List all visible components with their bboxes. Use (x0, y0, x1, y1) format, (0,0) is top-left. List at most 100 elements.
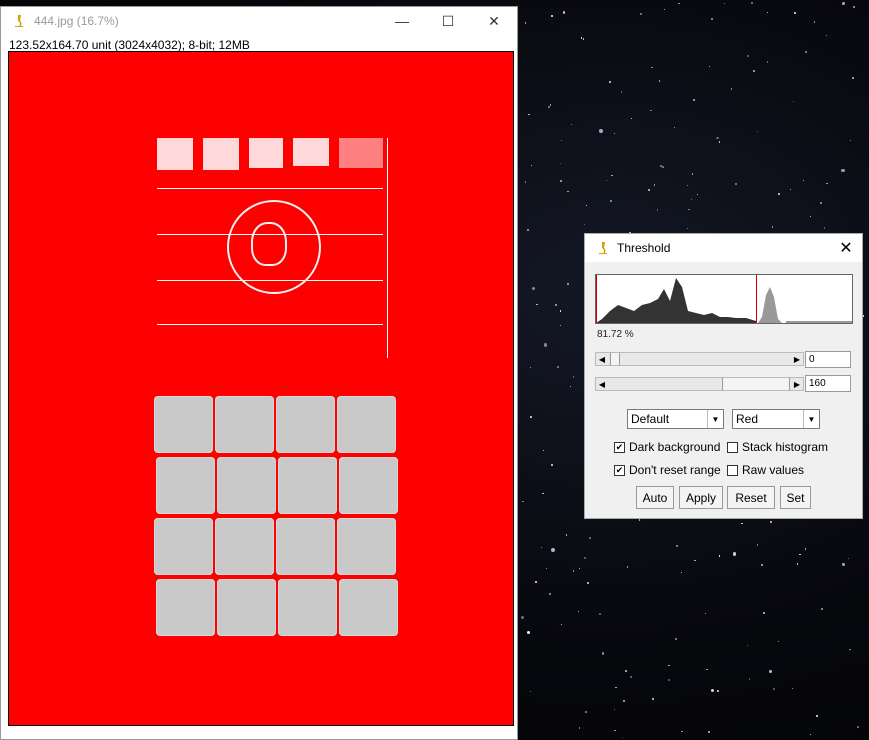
star (659, 80, 661, 82)
slider-left-arrow-icon[interactable]: ◀ (596, 378, 608, 390)
star (675, 545, 678, 548)
star (578, 727, 581, 729)
star (799, 553, 801, 555)
tile-fragment (339, 138, 383, 168)
star (756, 544, 759, 546)
image-window-title: 444.jpg (16.7%) (34, 14, 119, 28)
star (550, 463, 553, 466)
star (688, 208, 690, 211)
star (545, 567, 547, 569)
star (610, 200, 612, 202)
stack-histogram-checkbox[interactable]: Stack histogram (727, 440, 828, 454)
dark-background-checkbox[interactable]: ✔ Dark background (614, 440, 720, 454)
star (750, 2, 753, 5)
grid-tile (156, 457, 215, 514)
star (524, 181, 527, 183)
star (613, 708, 616, 711)
star (826, 182, 828, 185)
star (757, 130, 759, 132)
threshold-dialog[interactable]: Threshold ✕ 81.72 % ◀ ▶ 0 ◀ ▶ 160 Defaul… (584, 233, 863, 519)
star (692, 173, 694, 175)
dont-reset-range-checkbox[interactable]: ✔ Don't reset range (614, 463, 721, 477)
microscope-icon (595, 240, 611, 256)
star (792, 100, 795, 103)
star (709, 65, 711, 67)
grid-tile (337, 396, 396, 453)
auto-button[interactable]: Auto (636, 486, 674, 509)
star (761, 564, 764, 567)
close-icon[interactable]: ✕ (836, 238, 856, 258)
minimize-button[interactable]: — (379, 7, 425, 35)
star (661, 166, 664, 169)
set-button[interactable]: Set (780, 486, 811, 509)
star (524, 21, 527, 24)
image-window[interactable]: 444.jpg (16.7%) — ☐ ✕ 123.52x164.70 unit… (0, 6, 518, 740)
threshold-titlebar[interactable]: Threshold ✕ (585, 234, 862, 262)
star (526, 631, 530, 634)
close-button[interactable]: ✕ (471, 7, 517, 35)
star (804, 50, 808, 53)
star (562, 11, 566, 14)
star (630, 117, 633, 119)
slider-thumb[interactable] (610, 353, 620, 365)
star (583, 556, 586, 559)
apply-button[interactable]: Apply (679, 486, 723, 509)
histogram[interactable] (595, 274, 853, 324)
slider-right-arrow-icon[interactable]: ▶ (791, 353, 803, 365)
star (529, 366, 532, 369)
star (650, 109, 652, 112)
star (852, 77, 854, 80)
star (651, 698, 655, 701)
checkbox-box[interactable]: ✔ (614, 464, 625, 476)
maximize-button[interactable]: ☐ (425, 7, 471, 35)
star (664, 8, 666, 10)
star (773, 687, 776, 690)
threshold-range-highlight (596, 275, 757, 323)
slider-thumb[interactable] (722, 378, 790, 390)
star (586, 582, 589, 584)
star (559, 324, 562, 327)
max-threshold-slider[interactable]: ◀ ▶ (595, 377, 804, 391)
star (540, 547, 542, 549)
slider-left-arrow-icon[interactable]: ◀ (596, 353, 608, 365)
star (681, 730, 683, 733)
star (560, 140, 563, 142)
star (842, 563, 845, 566)
star (763, 611, 766, 614)
checkbox-box[interactable] (727, 464, 738, 476)
max-threshold-field[interactable]: 160 (805, 375, 851, 392)
min-threshold-field[interactable]: 0 (805, 351, 851, 368)
image-canvas[interactable] (8, 51, 514, 726)
star (551, 548, 556, 552)
star (578, 611, 580, 613)
min-threshold-slider[interactable]: ◀ ▶ (595, 352, 804, 366)
reset-button[interactable]: Reset (727, 486, 775, 509)
star (732, 552, 737, 556)
star (791, 687, 794, 689)
checkbox-label: Stack histogram (742, 440, 829, 454)
star (626, 566, 629, 569)
star (816, 714, 819, 717)
grid-tile (276, 518, 335, 575)
star (559, 180, 562, 182)
display-mode-select[interactable]: Red ▼ (732, 409, 820, 429)
grid-tile (339, 457, 398, 514)
checkbox-box[interactable] (727, 441, 738, 453)
star (657, 209, 659, 211)
image-window-titlebar[interactable]: 444.jpg (16.7%) — ☐ ✕ (1, 7, 517, 35)
star (716, 136, 719, 139)
star (686, 227, 688, 230)
star (602, 652, 605, 655)
tile-fragment (293, 138, 329, 166)
star (534, 581, 537, 583)
method-select[interactable]: Default ▼ (627, 409, 724, 429)
star (708, 730, 711, 733)
checkbox-box[interactable]: ✔ (614, 441, 625, 453)
star (741, 522, 743, 525)
slider-right-arrow-icon[interactable]: ▶ (791, 378, 803, 390)
star (853, 5, 856, 8)
star (749, 678, 751, 680)
raw-values-checkbox[interactable]: Raw values (727, 463, 804, 477)
star (675, 637, 678, 640)
star (599, 612, 602, 615)
